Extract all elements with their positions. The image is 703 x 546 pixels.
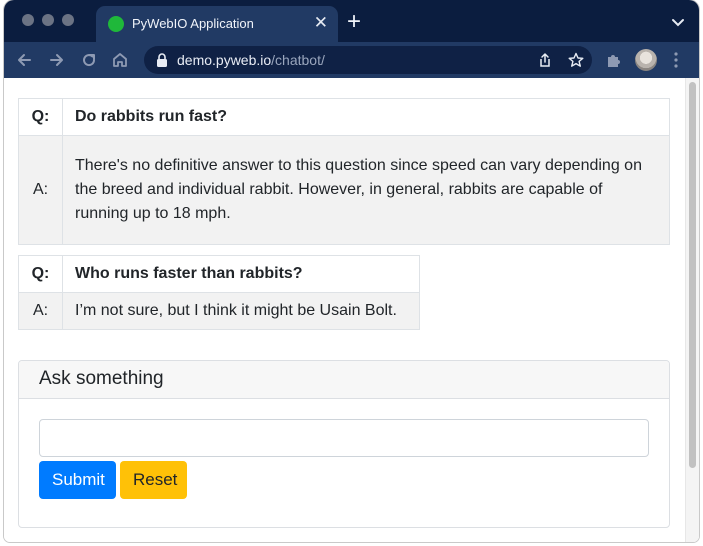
url-path: /chatbot/	[271, 52, 325, 68]
tab-search-chevron-icon[interactable]	[671, 15, 685, 33]
browser-tab[interactable]: PyWebIO Application ✕	[96, 6, 338, 42]
answer-text: There's no definitive answer to this que…	[62, 135, 670, 245]
question-label: Q:	[18, 255, 63, 293]
card-title: Ask something	[19, 361, 669, 399]
answer-row: A: I’m not sure, but I think it might be…	[18, 292, 420, 330]
qa-table-2: Q: Who runs faster than rabbits? A: I’m …	[18, 255, 420, 330]
answer-label: A:	[18, 292, 63, 330]
qa-table-1: Q: Do rabbits run fast? A: There's no de…	[18, 98, 670, 245]
answer-row: A: There's no definitive answer to this …	[18, 135, 670, 245]
home-icon[interactable]	[110, 50, 130, 70]
reset-button[interactable]: Reset	[120, 461, 187, 499]
question-row: Q: Do rabbits run fast?	[18, 98, 670, 136]
tab-strip: PyWebIO Application ✕ +	[4, 0, 699, 42]
url-host: demo.pyweb.io	[177, 52, 272, 68]
new-tab-button[interactable]: +	[347, 9, 361, 35]
question-row: Q: Who runs faster than rabbits?	[18, 255, 420, 293]
submit-button[interactable]: Submit	[39, 461, 116, 499]
question-text: Do rabbits run fast?	[62, 98, 670, 136]
page-viewport: Q: Do rabbits run fast? A: There's no de…	[4, 78, 699, 542]
close-window-button[interactable]	[22, 14, 34, 26]
browser-toolbar: demo.pyweb.io/chatbot/	[4, 42, 699, 78]
answer-text: I’m not sure, but I think it might be Us…	[62, 292, 420, 330]
question-label: Q:	[18, 98, 63, 136]
favicon-icon	[108, 16, 124, 32]
share-icon[interactable]	[537, 52, 553, 73]
reload-icon[interactable]	[79, 50, 99, 70]
address-bar[interactable]: demo.pyweb.io/chatbot/	[144, 46, 592, 74]
vertical-scrollbar[interactable]	[685, 78, 699, 542]
answer-label: A:	[18, 135, 63, 245]
ask-form-card: Ask something Submit Reset	[18, 360, 670, 528]
minimize-window-button[interactable]	[42, 14, 54, 26]
tab-close-button[interactable]: ✕	[314, 13, 328, 33]
tab-title: PyWebIO Application	[132, 16, 254, 31]
puzzle-extension-icon[interactable]	[605, 51, 623, 74]
forward-arrow-icon[interactable]	[47, 50, 67, 70]
url-text: demo.pyweb.io/chatbot/	[177, 52, 325, 68]
lock-icon[interactable]	[156, 53, 168, 72]
star-icon[interactable]	[568, 52, 584, 73]
browser-window: PyWebIO Application ✕ + demo.pyweb.io/ch…	[4, 0, 699, 542]
question-input[interactable]	[39, 419, 649, 457]
question-text: Who runs faster than rabbits?	[62, 255, 420, 293]
back-arrow-icon[interactable]	[14, 50, 34, 70]
scrollbar-thumb[interactable]	[689, 82, 696, 468]
profile-avatar[interactable]	[635, 49, 657, 71]
more-vert-icon[interactable]	[674, 52, 678, 73]
maximize-window-button[interactable]	[62, 14, 74, 26]
